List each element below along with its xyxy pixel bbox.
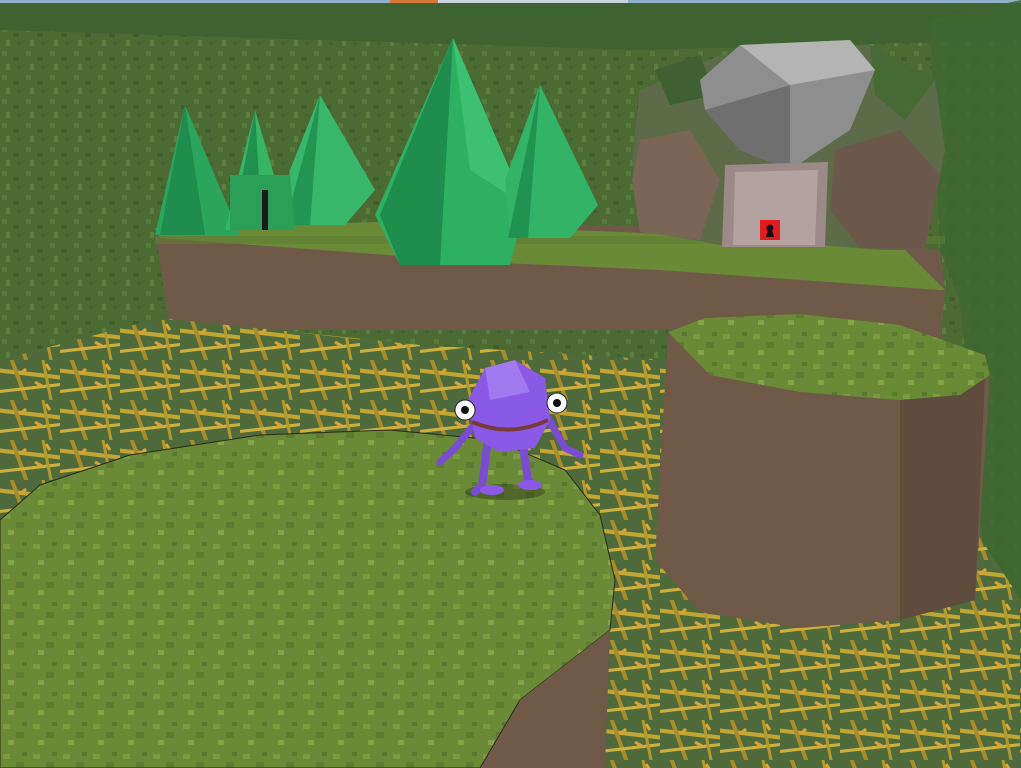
stump-platform — [655, 314, 990, 628]
main-platform — [0, 429, 616, 768]
game-viewport[interactable] — [0, 0, 1021, 768]
scene-canvas — [0, 0, 1021, 768]
keyhole-icon — [760, 220, 780, 240]
